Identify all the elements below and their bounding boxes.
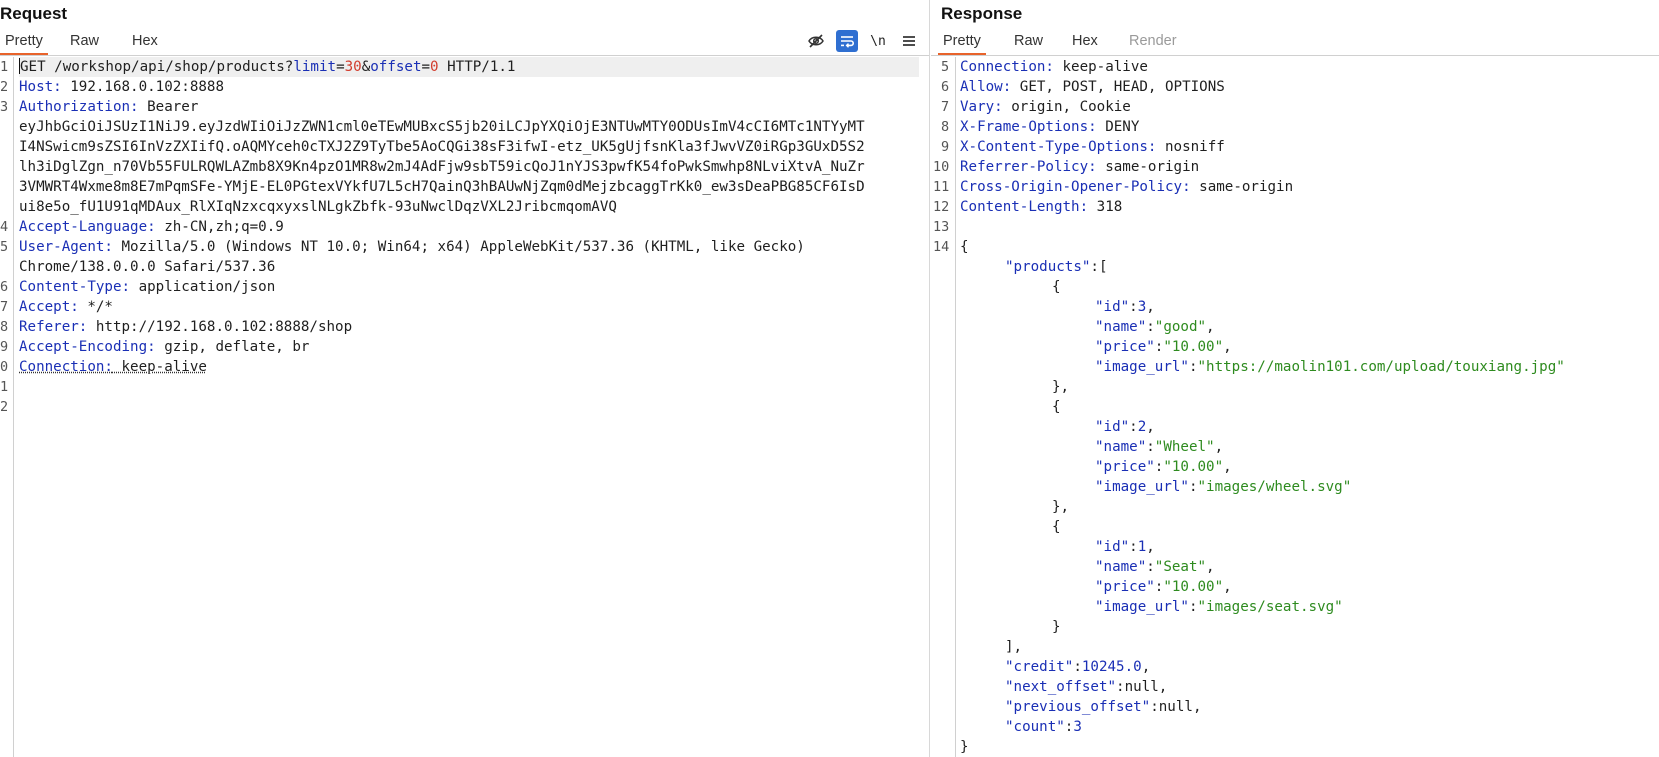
json-field-line: "id":2, xyxy=(1095,419,1155,435)
json-field-line: "count":3 xyxy=(1005,719,1082,735)
request-tab-raw[interactable]: Raw xyxy=(70,33,99,49)
token-line: eyJhbGciOiJSUzI1NiJ9.eyJzdWIiOiJzZWN1cml… xyxy=(19,119,865,135)
response-pane: Response Pretty Raw Hex Render 5 6 7 8 9… xyxy=(931,0,1659,757)
request-line: Referer: http://192.168.0.102:8888/shop xyxy=(19,319,353,335)
response-tab-hex[interactable]: Hex xyxy=(1072,33,1098,49)
json-item-close: }, xyxy=(1052,499,1070,515)
request-line: Authorization: Bearer xyxy=(19,99,199,115)
response-header-line: Vary: origin, Cookie xyxy=(960,99,1131,115)
response-tab-render[interactable]: Render xyxy=(1129,33,1177,49)
line-number: 8 xyxy=(0,319,9,335)
eye-off-icon[interactable] xyxy=(805,30,827,52)
response-tabbar: Pretty Raw Hex Render xyxy=(931,30,1659,56)
json-field-line: "price":"10.00", xyxy=(1095,339,1232,355)
request-title: Request xyxy=(0,4,68,23)
json-close-bracket: ], xyxy=(1005,639,1023,655)
response-header-line: Cross-Origin-Opener-Policy: same-origin xyxy=(960,179,1294,195)
response-editor[interactable]: 5 6 7 8 9 10 11 12 13 14 Connection: kee… xyxy=(931,57,1659,757)
json-field-line: "name":"good", xyxy=(1095,319,1215,335)
line-number: 2 xyxy=(0,399,9,415)
request-line: GET /workshop/api/shop/products?limit=30… xyxy=(19,57,919,77)
request-tab-pretty[interactable]: Pretty xyxy=(0,33,48,55)
token-line: 3VMWRT4Wxme8m8E7mPqmSFe-YMjE-EL0PGtexVYk… xyxy=(19,179,865,195)
request-line: Chrome/138.0.0.0 Safari/537.36 xyxy=(19,259,276,275)
json-item-close: } xyxy=(1052,619,1061,635)
response-tab-pretty[interactable]: Pretty xyxy=(938,33,986,55)
line-number: 5 xyxy=(0,239,9,255)
line-number: 13 xyxy=(933,219,950,235)
json-field-line: "previous_offset":null, xyxy=(1005,699,1202,715)
response-header-line: X-Content-Type-Options: nosniff xyxy=(960,139,1225,155)
request-line: Connection: keep-alive xyxy=(19,359,207,375)
request-line: Accept-Language: zh-CN,zh;q=0.9 xyxy=(19,219,284,235)
line-number: 6 xyxy=(0,279,9,295)
response-tab-raw[interactable]: Raw xyxy=(1014,33,1043,49)
request-line: Host: 192.168.0.102:8888 xyxy=(19,79,225,95)
json-field-line: "name":"Wheel", xyxy=(1095,439,1224,455)
request-tab-hex[interactable]: Hex xyxy=(132,33,158,49)
hamburger-menu-icon[interactable] xyxy=(898,30,920,52)
request-pane: Request Pretty Raw Hex \n 1 2 3 4 5 6 7 … xyxy=(0,0,930,757)
request-editor[interactable]: 1 2 3 4 5 6 7 8 9 0 1 2 GET /workshop/ap… xyxy=(0,57,929,757)
token-line: I4NSwicm9sZSI6InVzZXIifQ.oAQMYceh0cTXJ2Z… xyxy=(19,139,865,155)
response-header-line: X-Frame-Options: DENY xyxy=(960,119,1140,135)
line-number: 12 xyxy=(933,199,950,215)
line-number: 3 xyxy=(0,99,9,115)
line-number: 9 xyxy=(0,339,9,355)
request-line: Content-Type: application/json xyxy=(19,279,276,295)
response-header-line: Referrer-Policy: same-origin xyxy=(960,159,1200,175)
json-close-brace: } xyxy=(960,739,969,755)
token-line: ui8e5o_fU1U91qMDAux_RlXIqNzxcqxyxslNLgkZ… xyxy=(19,199,617,215)
json-field-line: "price":"10.00", xyxy=(1095,459,1232,475)
json-field-line: "image_url":"images/seat.svg" xyxy=(1095,599,1343,615)
line-number: 10 xyxy=(933,159,950,175)
request-line: User-Agent: Mozilla/5.0 (Windows NT 10.0… xyxy=(19,239,805,255)
json-open-brace: { xyxy=(960,239,969,255)
line-number: 1 xyxy=(0,59,9,75)
json-item-close: }, xyxy=(1052,379,1070,395)
line-number: 7 xyxy=(941,99,950,115)
json-field-line: "name":"Seat", xyxy=(1095,559,1215,575)
line-number: 7 xyxy=(0,299,9,315)
json-item-open: { xyxy=(1052,279,1061,295)
text-wrap-icon[interactable] xyxy=(836,30,858,52)
json-field-line: "next_offset":null, xyxy=(1005,679,1168,695)
line-number: 6 xyxy=(941,79,950,95)
line-number: 14 xyxy=(933,239,950,255)
line-number: 8 xyxy=(941,119,950,135)
json-products-line: "products":[ xyxy=(1005,259,1108,275)
json-field-line: "credit":10245.0, xyxy=(1005,659,1151,675)
line-number: 5 xyxy=(941,59,950,75)
json-field-line: "id":1, xyxy=(1095,539,1155,555)
json-item-open: { xyxy=(1052,399,1061,415)
response-header-line: Content-Length: 318 xyxy=(960,199,1123,215)
line-number: 11 xyxy=(933,179,950,195)
json-field-line: "image_url":"https://maolin101.com/uploa… xyxy=(1095,359,1565,375)
response-header-line: Allow: GET, POST, HEAD, OPTIONS xyxy=(960,79,1225,95)
response-line-gutter: 5 6 7 8 9 10 11 12 13 14 xyxy=(931,57,956,757)
request-line: Accept-Encoding: gzip, deflate, br xyxy=(19,339,310,355)
line-number: 0 xyxy=(0,359,9,375)
line-number: 1 xyxy=(0,379,9,395)
line-number: 9 xyxy=(941,139,950,155)
json-field-line: "image_url":"images/wheel.svg" xyxy=(1095,479,1352,495)
json-field-line: "price":"10.00", xyxy=(1095,579,1232,595)
line-number: 4 xyxy=(0,219,9,235)
response-header-line: Connection: keep-alive xyxy=(960,59,1148,75)
newline-toggle-button[interactable]: \n xyxy=(867,30,889,52)
json-field-line: "id":3, xyxy=(1095,299,1155,315)
json-item-open: { xyxy=(1052,519,1061,535)
line-number: 2 xyxy=(0,79,9,95)
response-title: Response xyxy=(941,4,1023,23)
request-tabbar: Pretty Raw Hex \n xyxy=(0,30,929,56)
request-line: Accept: */* xyxy=(19,299,113,315)
request-line-gutter: 1 2 3 4 5 6 7 8 9 0 1 2 xyxy=(0,57,14,757)
token-line: lh3iDglZgn_n70Vb55FULRQWLAZmb8X9Kn4pzO1M… xyxy=(19,159,865,175)
